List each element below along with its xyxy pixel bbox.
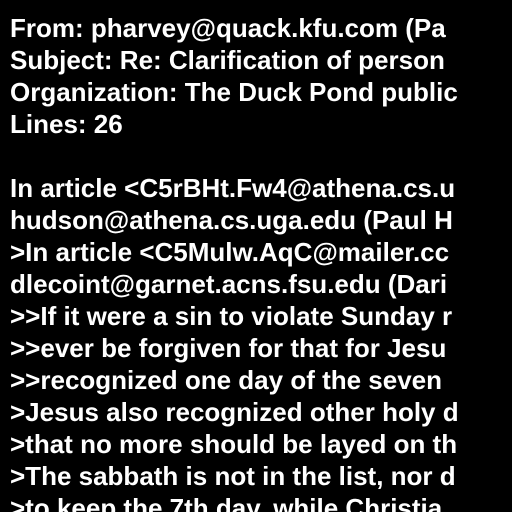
body-line: hudson@athena.cs.uga.edu (Paul H: [10, 205, 453, 235]
quoted-line: >In article <C5Mulw.AqC@mailer.cc: [10, 237, 450, 267]
quoted-line: >>recognized one day of the seven: [10, 365, 443, 395]
email-document: From: pharvey@quack.kfu.com (Pa Subject:…: [0, 0, 512, 512]
quoted-line: >that no more should be layed on th: [10, 429, 458, 459]
header-lines: Lines: 26: [10, 109, 123, 139]
body-line: dlecoint@garnet.acns.fsu.edu (Dari: [10, 269, 448, 299]
body-line: In article <C5rBHt.Fw4@athena.cs.u: [10, 173, 456, 203]
quoted-line: >to keep the 7th day, while Christia: [10, 493, 443, 512]
header-organization: Organization: The Duck Pond public: [10, 77, 458, 107]
quoted-line: >Jesus also recognized other holy d: [10, 397, 459, 427]
quoted-line: >>If it were a sin to violate Sunday r: [10, 301, 453, 331]
quoted-line: >>ever be forgiven for that for Jesu: [10, 333, 447, 363]
email-text: From: pharvey@quack.kfu.com (Pa Subject:…: [10, 12, 512, 512]
header-subject: Subject: Re: Clarification of person: [10, 45, 445, 75]
header-from: From: pharvey@quack.kfu.com (Pa: [10, 13, 446, 43]
quoted-line: >The sabbath is not in the list, nor d: [10, 461, 456, 491]
